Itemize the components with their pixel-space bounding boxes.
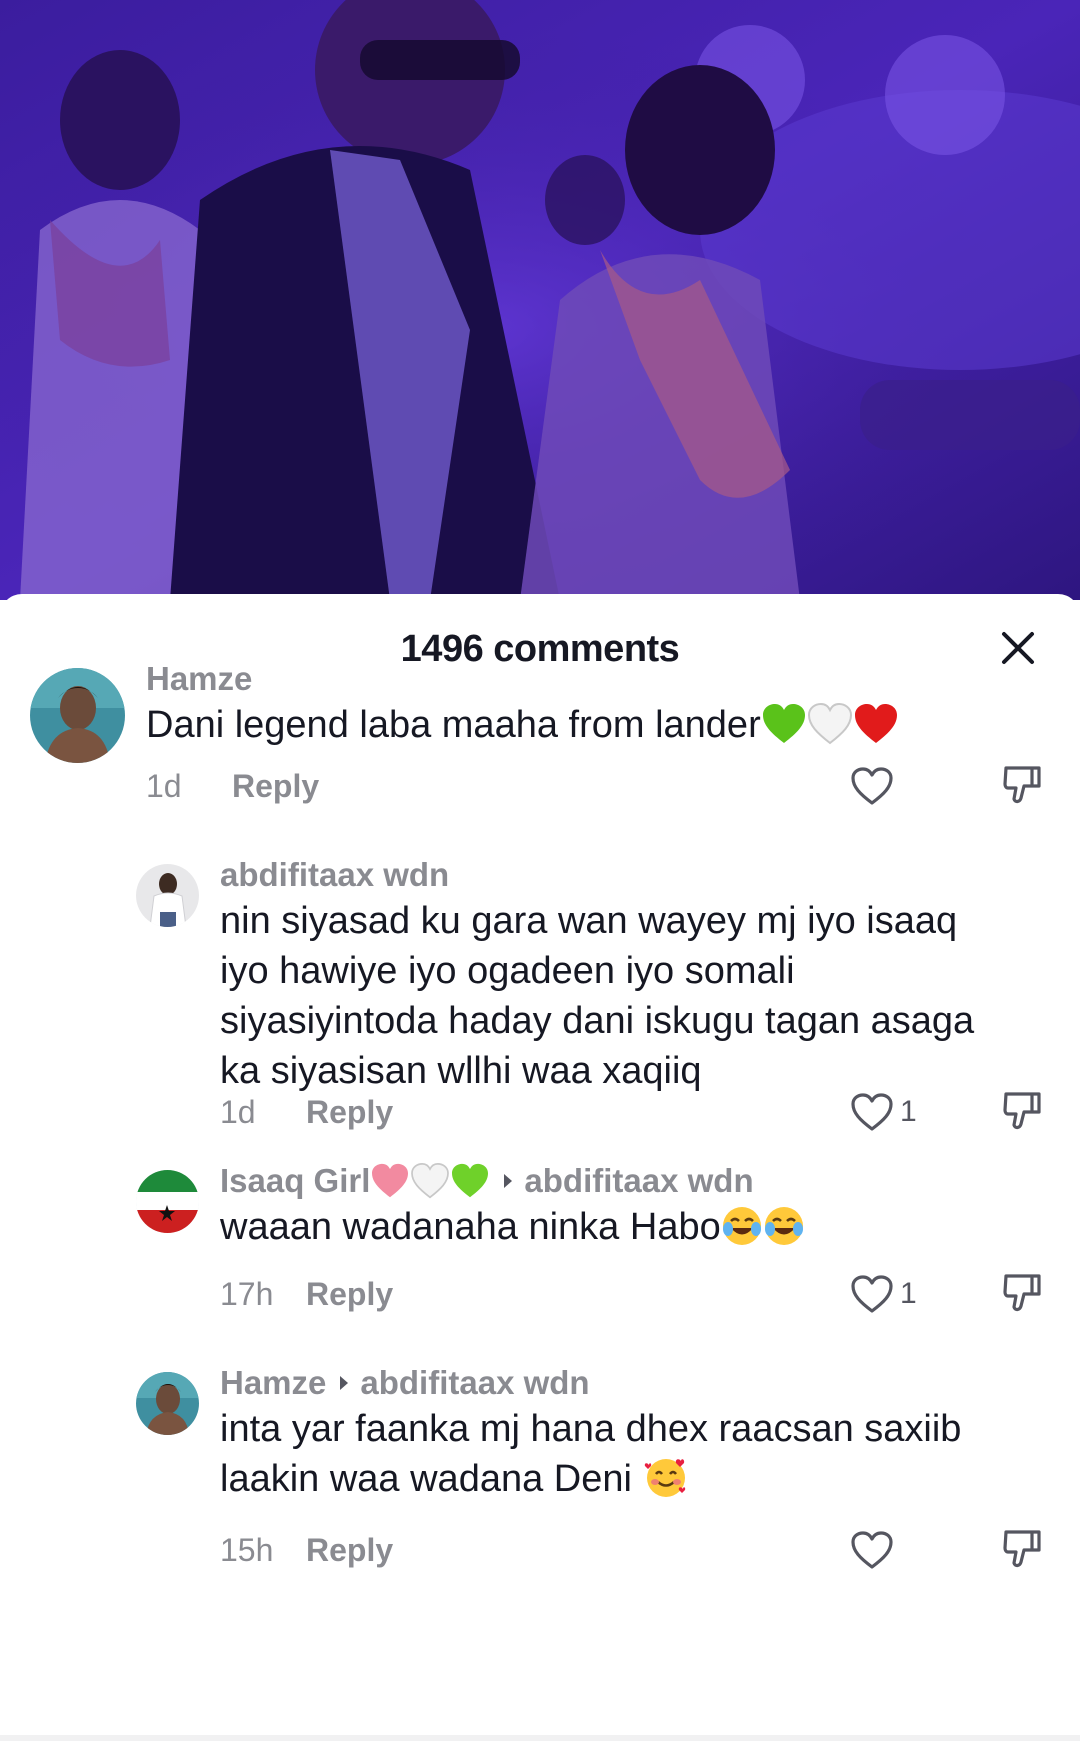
dislike-button[interactable] xyxy=(1002,764,1042,813)
avatar[interactable] xyxy=(136,1372,199,1435)
green-heart-emoji xyxy=(761,703,807,758)
thumbs-down-icon xyxy=(1003,1274,1041,1312)
comment-text: waaan wadanaha ninka Habo xyxy=(220,1202,1060,1260)
like-count: 1 xyxy=(900,1277,917,1310)
dislike-button[interactable] xyxy=(1002,1090,1042,1139)
video-player[interactable] xyxy=(0,0,1080,600)
comment-meta: 1d Reply xyxy=(146,764,319,808)
avatar[interactable] xyxy=(136,864,199,927)
heart-icon xyxy=(851,767,893,805)
white-heart-emoji xyxy=(807,702,853,758)
comment-meta: 17h Reply xyxy=(220,1272,393,1316)
reply-button[interactable]: Reply xyxy=(306,1532,393,1569)
comment-username[interactable]: Hamze xyxy=(220,1364,326,1402)
comments-sheet: 1496 comments Hamze Dani legend laba maa… xyxy=(0,594,1080,1741)
thumbs-down-icon xyxy=(1003,766,1041,804)
like-button[interactable]: 1 xyxy=(850,1092,917,1132)
green-heart-emoji xyxy=(450,1163,490,1199)
thumbs-down-icon xyxy=(1003,1530,1041,1568)
reply-arrow-icon xyxy=(338,1374,350,1392)
pink-heart-emoji xyxy=(370,1163,410,1199)
reply-button[interactable]: Reply xyxy=(232,768,319,805)
comment-text: Dani legend laba maaha from lander xyxy=(146,700,1046,758)
white-heart-emoji xyxy=(410,1163,450,1199)
comment-username-row: Isaaq Girl abdifitaax wdn xyxy=(220,1162,754,1200)
tears-of-joy-emoji xyxy=(763,1205,805,1260)
comment-time: 15h xyxy=(220,1531,274,1568)
heart-icon xyxy=(851,1275,893,1313)
comment-text: inta yar faanka mj hana dhex raacsan sax… xyxy=(220,1404,1060,1512)
reply-to-username[interactable]: abdifitaax wdn xyxy=(524,1162,753,1200)
comment-meta: 15h Reply xyxy=(220,1528,393,1572)
divider xyxy=(0,1735,1080,1741)
comment-username-row: Hamze abdifitaax wdn xyxy=(220,1364,590,1402)
comment-username[interactable]: Isaaq Girl xyxy=(220,1162,370,1200)
comment-time: 17h xyxy=(220,1275,274,1312)
reply-arrow-icon xyxy=(502,1172,514,1190)
comment-item: Hamze abdifitaax wdn inta yar faanka mj … xyxy=(0,1364,1080,1604)
comment-username-row: abdifitaax wdn xyxy=(220,856,449,894)
like-button[interactable] xyxy=(850,1530,900,1570)
reply-to-username[interactable]: abdifitaax wdn xyxy=(360,1364,589,1402)
video-frame xyxy=(0,0,1080,600)
heart-icon xyxy=(851,1093,893,1131)
like-count: 1 xyxy=(900,1095,917,1128)
tears-of-joy-emoji xyxy=(721,1205,763,1260)
like-button[interactable]: 1 xyxy=(850,1274,917,1314)
comment-meta: 1d Reply xyxy=(220,1090,393,1134)
heart-icon xyxy=(851,1531,893,1569)
avatar[interactable] xyxy=(136,1170,199,1233)
thumbs-down-icon xyxy=(1003,1092,1041,1130)
reply-button[interactable]: Reply xyxy=(306,1094,393,1131)
smiling-face-with-hearts-emoji xyxy=(643,1455,689,1512)
comment-item: Isaaq Girl abdifitaax wdn waaan wadanaha… xyxy=(0,1162,1080,1342)
comment-item: abdifitaax wdn nin siyasad ku gara wan w… xyxy=(0,856,1080,1156)
comment-username[interactable]: Hamze xyxy=(146,660,252,698)
comment-time: 1d xyxy=(146,767,182,804)
dislike-button[interactable] xyxy=(1002,1528,1042,1577)
comment-item: Hamze Dani legend laba maaha from lander… xyxy=(0,660,1080,860)
red-heart-emoji xyxy=(853,703,899,758)
avatar[interactable] xyxy=(30,668,125,763)
comment-username[interactable]: abdifitaax wdn xyxy=(220,856,449,894)
comment-text: nin siyasad ku gara wan wayey mj iyo isa… xyxy=(220,900,975,1092)
like-button[interactable] xyxy=(850,766,900,806)
dislike-button[interactable] xyxy=(1002,1272,1042,1321)
reply-button[interactable]: Reply xyxy=(306,1276,393,1313)
comment-time: 1d xyxy=(220,1093,256,1130)
comment-username-row: Hamze xyxy=(146,660,252,698)
